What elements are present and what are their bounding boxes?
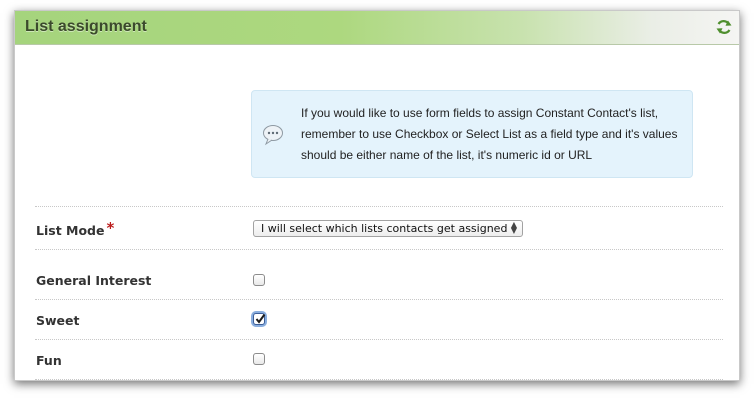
required-mark: * [106,219,115,237]
list-label-fun: Fun [36,353,62,368]
list-mode-selected-value: I will select which lists contacts get a… [261,222,508,235]
checkmark-icon [255,313,266,324]
divider [35,206,723,207]
list-mode-select[interactable]: I will select which lists contacts get a… [253,220,523,237]
info-box: If you would like to use form fields to … [251,90,693,178]
panel-title: List assignment [25,18,147,35]
refresh-icon[interactable] [715,18,733,36]
list-mode-label-text: List Mode [36,223,105,238]
checkbox-fun[interactable] [253,353,265,365]
divider [35,299,723,300]
divider [35,379,723,380]
divider [35,339,723,340]
panel-header: List assignment [15,11,739,45]
checkbox-general-interest[interactable] [253,274,265,286]
list-mode-label: List Mode * [36,219,115,239]
speech-bubble-icon [263,125,283,146]
info-text: If you would like to use form fields to … [301,106,678,162]
list-assignment-panel: List assignment If you would like to use… [14,10,740,381]
list-label-sweet: Sweet [36,313,80,328]
checkbox-sweet[interactable] [253,313,266,325]
list-label-general-interest: General Interest [36,273,152,288]
select-arrows-icon: ▲ ▼ [510,220,517,235]
divider [35,249,723,250]
